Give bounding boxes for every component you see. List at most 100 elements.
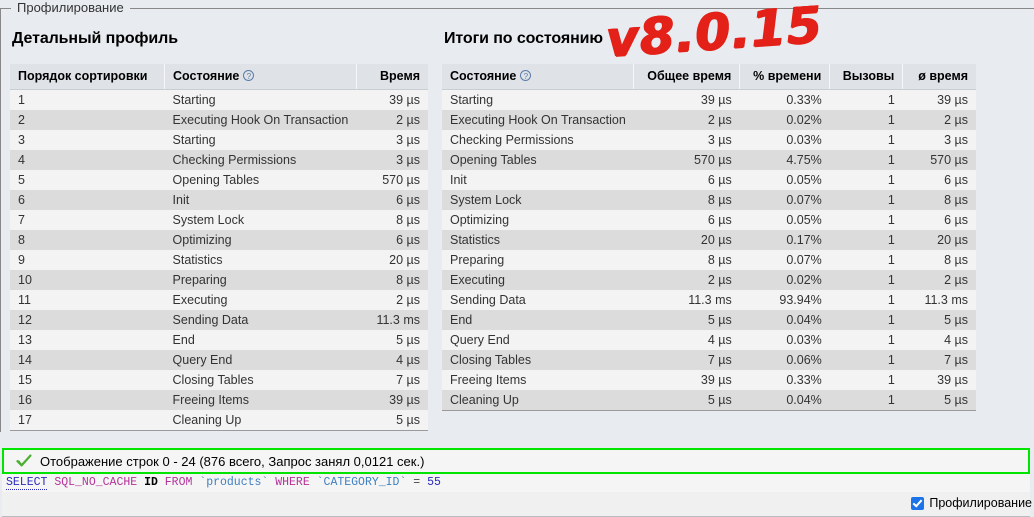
cell-state: Executing Hook On Transaction — [164, 110, 357, 130]
table-row: Freeing Items 39 µs 0.33% 1 39 µs — [442, 370, 976, 390]
cell-order: 1 — [10, 89, 165, 110]
cell-state: Starting — [164, 89, 357, 110]
table-row: Statistics 20 µs 0.17% 1 20 µs — [442, 230, 976, 250]
cell-state: Starting — [442, 89, 634, 110]
cell-state: Sending Data — [442, 290, 634, 310]
cell-state: Starting — [164, 130, 357, 150]
cell-total: 8 µs — [633, 250, 740, 270]
column-header-label: Время — [380, 69, 420, 83]
cell-order: 9 — [10, 250, 165, 270]
cell-total: 6 µs — [633, 210, 740, 230]
cell-calls: 1 — [829, 350, 903, 370]
cell-calls: 1 — [829, 150, 903, 170]
cell-calls: 1 — [829, 270, 903, 290]
table-row: 12 Sending Data 11.3 ms — [10, 310, 428, 330]
cell-percent: 0.05% — [739, 210, 830, 230]
cell-state: Cleaning Up — [164, 410, 357, 431]
help-icon[interactable]: ? — [243, 70, 255, 81]
table-row: Checking Permissions 3 µs 0.03% 1 3 µs — [442, 130, 976, 150]
column-header-label: Общее время — [647, 69, 732, 83]
cell-state: Sending Data — [164, 310, 357, 330]
column-header-avg-time[interactable]: ø время — [902, 64, 976, 90]
cell-calls: 1 — [829, 290, 903, 310]
table-header-row: Состояние? Общее время % времени Вызовы … — [442, 64, 976, 90]
sql-token: FROM — [164, 476, 193, 489]
cell-total: 20 µs — [633, 230, 740, 250]
profiling-checkbox-row[interactable]: Профилирование — [911, 496, 1032, 510]
cell-state: Opening Tables — [164, 170, 357, 190]
table-row: 16 Freeing Items 39 µs — [10, 390, 428, 410]
help-icon[interactable]: ? — [520, 70, 532, 81]
cell-total: 39 µs — [633, 89, 740, 110]
table-row: 6 Init 6 µs — [10, 190, 428, 210]
cell-percent: 0.17% — [739, 230, 830, 250]
cell-time: 570 µs — [356, 170, 428, 190]
table-row: 5 Opening Tables 570 µs — [10, 170, 428, 190]
cell-calls: 1 — [829, 210, 903, 230]
cell-total: 11.3 ms — [633, 290, 740, 310]
cell-state: Preparing — [164, 270, 357, 290]
cell-state: Checking Permissions — [164, 150, 357, 170]
cell-state: Checking Permissions — [442, 130, 634, 150]
cell-state: End — [442, 310, 634, 330]
cell-percent: 0.02% — [739, 270, 830, 290]
cell-time: 11.3 ms — [356, 310, 428, 330]
cell-state: Query End — [164, 350, 357, 370]
cell-calls: 1 — [829, 250, 903, 270]
cell-percent: 0.07% — [739, 250, 830, 270]
cell-calls: 1 — [829, 390, 903, 411]
cell-calls: 1 — [829, 370, 903, 390]
cell-calls: 1 — [829, 130, 903, 150]
cell-avg: 8 µs — [902, 190, 976, 210]
table-row: 11 Executing 2 µs — [10, 290, 428, 310]
cell-calls: 1 — [829, 190, 903, 210]
footer-bar: Профилирование — [2, 492, 1032, 517]
column-header-percent-time[interactable]: % времени — [739, 64, 831, 90]
column-header-label: % времени — [753, 69, 822, 83]
table-row: 2 Executing Hook On Transaction 2 µs — [10, 110, 428, 130]
sql-query-display[interactable]: SELECT SQL_NO_CACHE ID FROM `products` W… — [2, 474, 1030, 492]
cell-time: 3 µs — [356, 150, 428, 170]
table-row: End 5 µs 0.04% 1 5 µs — [442, 310, 976, 330]
cell-time: 4 µs — [356, 350, 428, 370]
profiling-checkbox[interactable] — [911, 496, 925, 510]
cell-order: 6 — [10, 190, 165, 210]
column-header-time[interactable]: Время — [356, 64, 428, 90]
cell-total: 3 µs — [633, 130, 740, 150]
cell-order: 15 — [10, 370, 165, 390]
cell-percent: 0.03% — [739, 330, 830, 350]
table-row: Init 6 µs 0.05% 1 6 µs — [442, 170, 976, 190]
cell-time: 39 µs — [356, 89, 428, 110]
column-header-label: Состояние — [173, 69, 240, 83]
cell-time: 8 µs — [356, 210, 428, 230]
cell-state: Cleaning Up — [442, 390, 634, 411]
cell-percent: 0.07% — [739, 190, 830, 210]
cell-avg: 6 µs — [902, 210, 976, 230]
column-header-calls[interactable]: Вызовы — [829, 64, 904, 90]
cell-total: 39 µs — [633, 370, 740, 390]
detailed-profile-table: Порядок сортировки Состояние? Время 1 Sta… — [10, 64, 428, 431]
column-header-state[interactable]: Состояние? — [442, 64, 635, 90]
column-header-label: Порядок сортировки — [18, 69, 148, 83]
cell-order: 4 — [10, 150, 165, 170]
cell-time: 6 µs — [356, 230, 428, 250]
cell-avg: 11.3 ms — [902, 290, 976, 310]
state-summary-body: Starting 39 µs 0.33% 1 39 µs Executing Hook O… — [442, 89, 976, 411]
cell-total: 6 µs — [633, 170, 740, 190]
cell-percent: 0.03% — [739, 130, 830, 150]
cell-total: 7 µs — [633, 350, 740, 370]
cell-state: Closing Tables — [442, 350, 634, 370]
cell-state: Preparing — [442, 250, 634, 270]
cell-avg: 20 µs — [902, 230, 976, 250]
cell-calls: 1 — [829, 170, 903, 190]
cell-state: Optimizing — [442, 210, 634, 230]
detailed-profile-title: Детальный профиль — [12, 30, 178, 47]
sql-token: ID — [144, 476, 158, 489]
detailed-profile-panel: Детальный профиль Порядок сортировки Сос… — [10, 30, 428, 431]
cell-time: 2 µs — [356, 290, 428, 310]
table-row: Query End 4 µs 0.03% 1 4 µs — [442, 330, 976, 350]
column-header-sort-order[interactable]: Порядок сортировки — [10, 64, 166, 90]
column-header-total-time[interactable]: Общее время — [633, 64, 741, 90]
column-header-state[interactable]: Состояние? — [164, 64, 357, 90]
